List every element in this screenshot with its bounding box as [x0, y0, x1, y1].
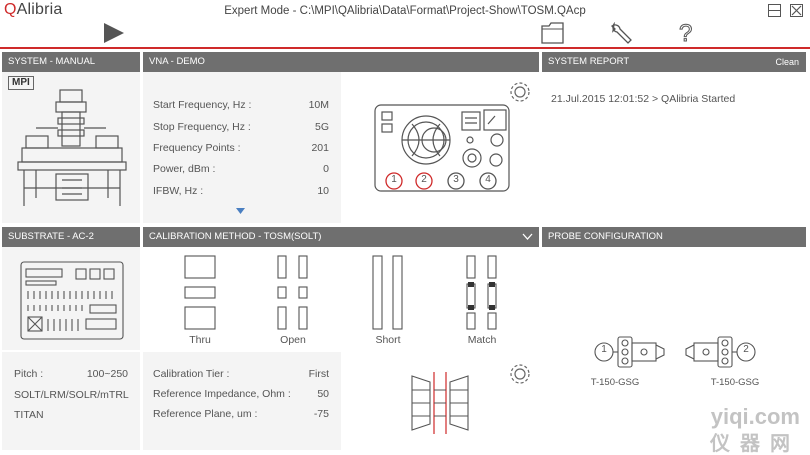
open-label: Open [280, 334, 306, 346]
calibration-header-title: CALIBRATION METHOD - TOSM(SOLT) [149, 231, 322, 242]
system-report-header: SYSTEM REPORT Clean [542, 52, 806, 72]
thru-standard-icon[interactable] [184, 255, 216, 331]
vna-port-4[interactable]: 4 [482, 174, 494, 185]
vna-row-value[interactable]: 201 [311, 142, 329, 154]
calibration-row-value[interactable]: First [309, 368, 329, 380]
probe-config-header: PROBE CONFIGURATION [542, 227, 806, 247]
vna-instrument[interactable]: 1 2 3 4 [342, 72, 539, 223]
calibration-row: Calibration Tier : First [153, 368, 329, 382]
run-play-icon[interactable] [103, 22, 125, 44]
substrate-row: Pitch : 100~250 [14, 368, 128, 382]
calibration-row-label: Reference Plane, um : [153, 408, 258, 420]
substrate-row-label: SOLT/LRM/SOLR/mTRL [14, 389, 129, 401]
substrate-row-label: TITAN [14, 409, 44, 421]
calibration-row: Reference Impedance, Ohm : 50 [153, 388, 329, 402]
vna-port-1[interactable]: 1 [388, 174, 400, 185]
restore-icon [769, 10, 780, 11]
log-entry: 21.Jul.2015 12:01:52 > QAlibria Started [551, 93, 736, 105]
title-bar: QAlibria Expert Mode - C:\MPI\QAlibria\D… [0, 0, 810, 22]
vna-row: Stop Frequency, Hz : 5G [153, 121, 329, 135]
probe-right-label: T-150-GSG [710, 377, 760, 388]
expand-down-icon[interactable] [236, 208, 245, 214]
vna-row: IFBW, Hz : 10 [153, 185, 329, 199]
vna-settings: Start Frequency, Hz : 10M Stop Frequency,… [143, 72, 341, 223]
vna-row: Start Frequency, Hz : 10M [153, 99, 329, 113]
calibration-row-label: Reference Impedance, Ohm : [153, 388, 291, 400]
vna-panel-header: VNA - DEMO [143, 52, 539, 72]
vna-row-label: Start Frequency, Hz : [153, 99, 252, 111]
calibration-probe-illustration [411, 372, 469, 434]
svg-text:yiqi.com: yiqi.com [711, 404, 800, 429]
vna-row-label: IFBW, Hz : [153, 185, 204, 197]
calibration-settings: Calibration Tier : First Reference Impeda… [143, 352, 341, 450]
substrate-info: Pitch : 100~250 SOLT/LRM/SOLR/mTRL TITAN [2, 352, 140, 450]
vna-row-value[interactable]: 5G [315, 121, 329, 133]
calibration-row-value[interactable]: -75 [314, 408, 329, 420]
close-icon [791, 5, 802, 16]
match-label: Match [467, 334, 497, 346]
system-report-log[interactable]: 21.Jul.2015 12:01:52 > QAlibria Started [542, 72, 806, 223]
watermark-logo: yiqi.com 仪器网 [709, 404, 800, 455]
calibration-standards: Thru Open Short Match [143, 247, 539, 350]
folder-icon[interactable] [541, 22, 565, 44]
calibration-row: Reference Plane, um : -75 [153, 408, 329, 422]
short-label: Short [375, 334, 401, 346]
calibration-preview[interactable] [342, 352, 539, 450]
substrate-row: TITAN [14, 409, 128, 423]
probe-station-illustration [17, 89, 127, 206]
vna-row-label: Frequency Points : [153, 142, 241, 154]
vna-row: Power, dBm : 0 [153, 163, 329, 177]
chevron-down-icon[interactable] [522, 233, 533, 240]
substrate-row: SOLT/LRM/SOLR/mTRL [14, 389, 129, 403]
vna-row-label: Stop Frequency, Hz : [153, 121, 251, 133]
system-panel-header: SYSTEM - MANUAL [2, 52, 140, 72]
clean-button[interactable]: Clean [775, 52, 799, 72]
help-icon[interactable]: ? [678, 22, 696, 44]
close-window-button[interactable] [790, 4, 803, 17]
vna-settings-gear-icon[interactable] [508, 80, 532, 104]
open-standard-icon[interactable] [277, 255, 309, 331]
vna-port-3[interactable]: 3 [450, 174, 462, 185]
calibration-panel-header[interactable]: CALIBRATION METHOD - TOSM(SOLT) [143, 227, 539, 247]
vna-row-value[interactable]: 10 [317, 185, 329, 197]
toolbar-separator [0, 47, 810, 49]
short-standard-icon[interactable] [372, 255, 404, 331]
substrate-panel[interactable] [2, 247, 140, 350]
substrate-illustration [20, 261, 124, 340]
wrench-icon[interactable] [609, 22, 633, 44]
probe-port-2: 2 [743, 344, 749, 355]
window-title: Expert Mode - C:\MPI\QAlibria\Data\Forma… [224, 5, 586, 17]
calibration-settings-gear-icon[interactable] [508, 362, 532, 386]
calibration-row-label: Calibration Tier : [153, 368, 230, 380]
restore-window-button[interactable] [768, 4, 781, 17]
vna-row-label: Power, dBm : [153, 163, 216, 175]
match-standard-icon[interactable] [466, 255, 498, 331]
substrate-row-value: 100~250 [86, 368, 128, 380]
system-panel[interactable]: MPI [2, 72, 140, 223]
svg-text:仪器网: 仪器网 [709, 431, 800, 455]
calibration-row-value[interactable]: 50 [317, 388, 329, 400]
probe-left-label: T-150-GSG [590, 377, 640, 388]
probe-port-1: 1 [601, 344, 607, 355]
vna-row: Frequency Points : 201 [153, 142, 329, 156]
substrate-row-label: Pitch : [14, 368, 44, 380]
toolbar: ? [0, 22, 810, 47]
thru-label: Thru [189, 334, 211, 346]
substrate-panel-header: SUBSTRATE - AC-2 [2, 227, 140, 247]
vna-row-value[interactable]: 0 [323, 163, 329, 175]
vna-row-value[interactable]: 10M [309, 99, 329, 111]
vna-port-2[interactable]: 2 [418, 174, 430, 185]
system-report-title: SYSTEM REPORT [548, 56, 630, 67]
svg-text:?: ? [679, 22, 692, 44]
